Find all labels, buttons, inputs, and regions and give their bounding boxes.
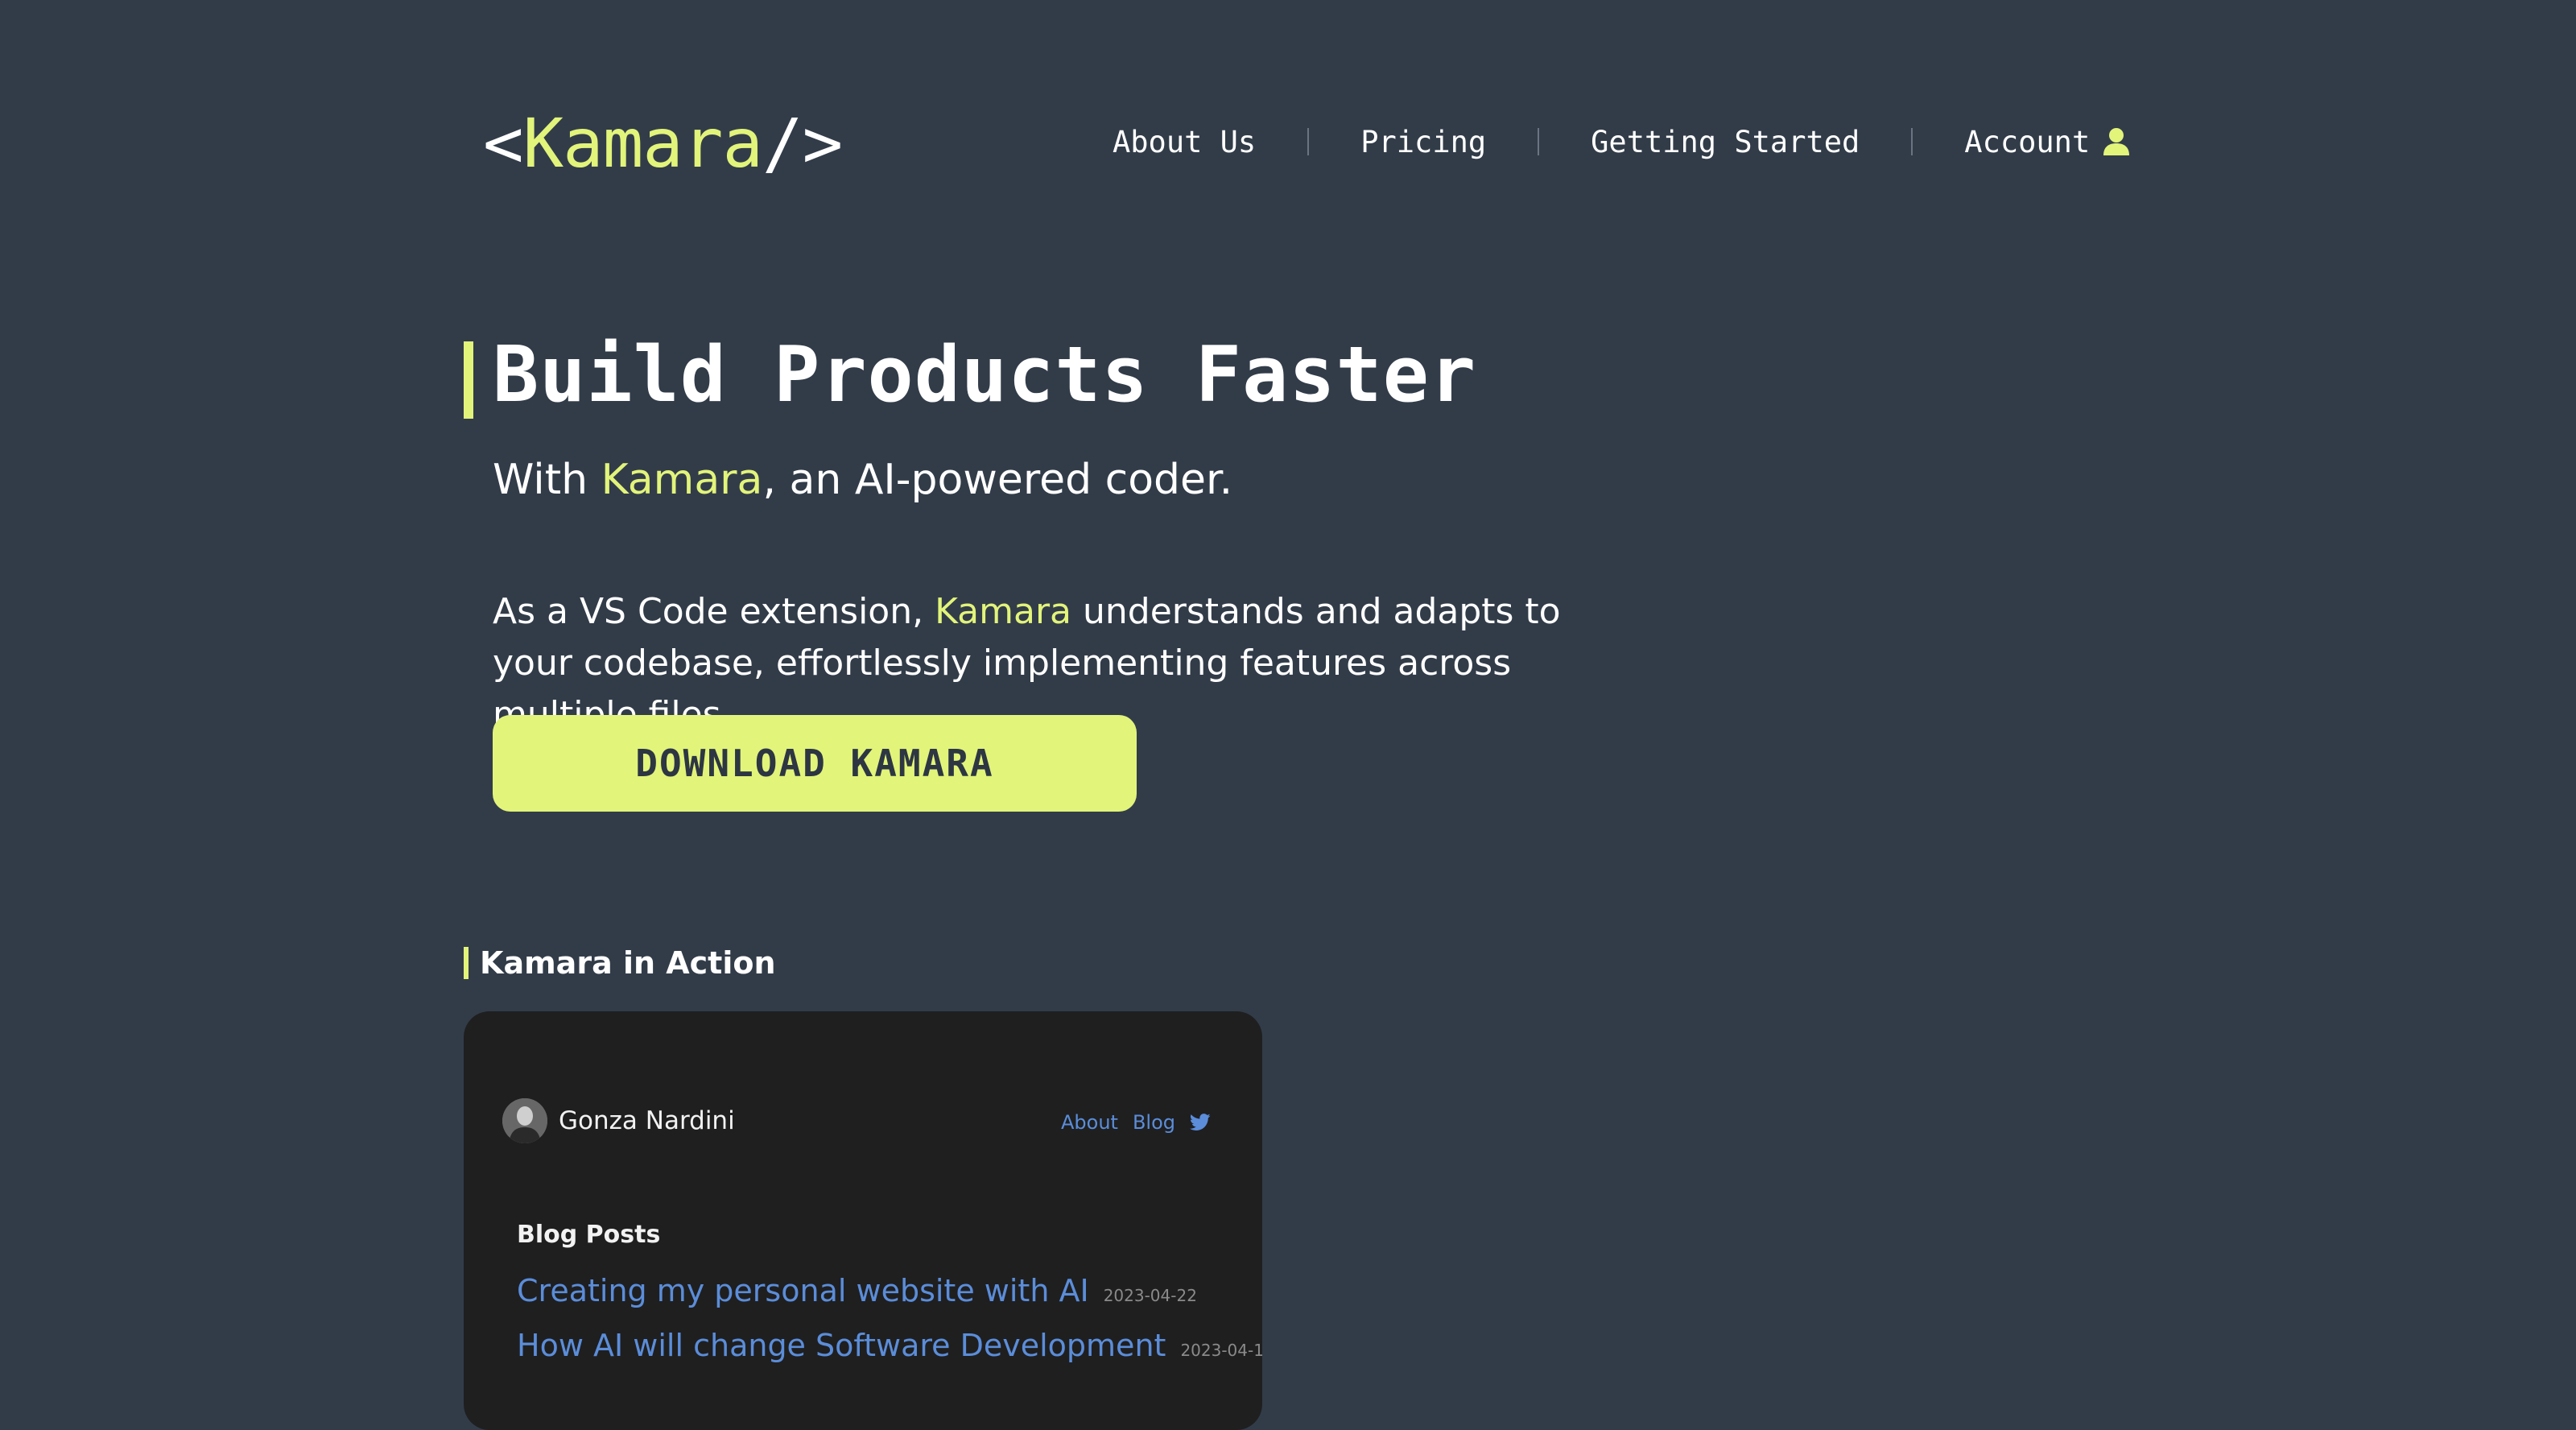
- hero-subtitle: With Kamara, an AI-powered coder.: [493, 448, 1232, 512]
- post-title-link[interactable]: How AI will change Software Development: [517, 1325, 1166, 1366]
- logo-open-bracket: <: [483, 104, 524, 183]
- avatar: [502, 1098, 547, 1143]
- logo-name: Kamara: [522, 104, 763, 183]
- nav-account[interactable]: Account: [1964, 125, 2130, 159]
- hero-subtitle-prefix: With: [493, 456, 601, 504]
- demo-nav-blog[interactable]: Blog: [1133, 1110, 1175, 1135]
- nav-separator: [1538, 128, 1540, 155]
- hero-title: Build Products Faster: [493, 331, 1477, 419]
- demo-preview: Gonza Nardini About Blog Blog Posts Crea…: [464, 1011, 1262, 1430]
- author-name: Gonza Nardini: [559, 1106, 735, 1135]
- main-nav: About Us Pricing Getting Started Account: [1113, 119, 2130, 164]
- section-title: Kamara in Action: [480, 945, 776, 981]
- section-accent-bar: [464, 947, 469, 979]
- hero-description-prefix: As a VS Code extension,: [493, 591, 935, 632]
- demo-nav: About Blog: [1061, 1110, 1211, 1135]
- list-item: Creating my personal website with AI 202…: [517, 1271, 1197, 1316]
- nav-account-label: Account: [1964, 124, 2091, 159]
- logo-close-bracket: />: [762, 104, 843, 183]
- demo-nav-about[interactable]: About: [1061, 1110, 1118, 1135]
- hero-subtitle-highlight: Kamara: [601, 456, 763, 504]
- hero-description-highlight: Kamara: [935, 591, 1071, 632]
- hero-subtitle-suffix: , an AI-powered coder.: [762, 456, 1233, 504]
- nav-about-us[interactable]: About Us: [1113, 125, 1256, 159]
- user-icon: [2103, 128, 2130, 155]
- nav-pricing[interactable]: Pricing: [1360, 125, 1486, 159]
- blog-heading: Blog Posts: [517, 1221, 661, 1249]
- list-item: How AI will change Software Development …: [517, 1325, 1262, 1370]
- post-title-link[interactable]: Creating my personal website with AI: [517, 1271, 1089, 1311]
- nav-getting-started[interactable]: Getting Started: [1591, 125, 1860, 159]
- hero-accent-bar: [464, 341, 473, 419]
- nav-separator: [1307, 128, 1310, 155]
- post-date: 2023-04-22: [1103, 1286, 1197, 1305]
- post-date: 2023-04-15: [1180, 1341, 1262, 1360]
- avatar-image: [502, 1098, 547, 1143]
- logo[interactable]: <Kamara/>: [483, 103, 843, 184]
- nav-separator: [1911, 128, 1913, 155]
- download-button[interactable]: DOWNLOAD KAMARA: [493, 715, 1137, 812]
- twitter-icon[interactable]: [1190, 1113, 1211, 1132]
